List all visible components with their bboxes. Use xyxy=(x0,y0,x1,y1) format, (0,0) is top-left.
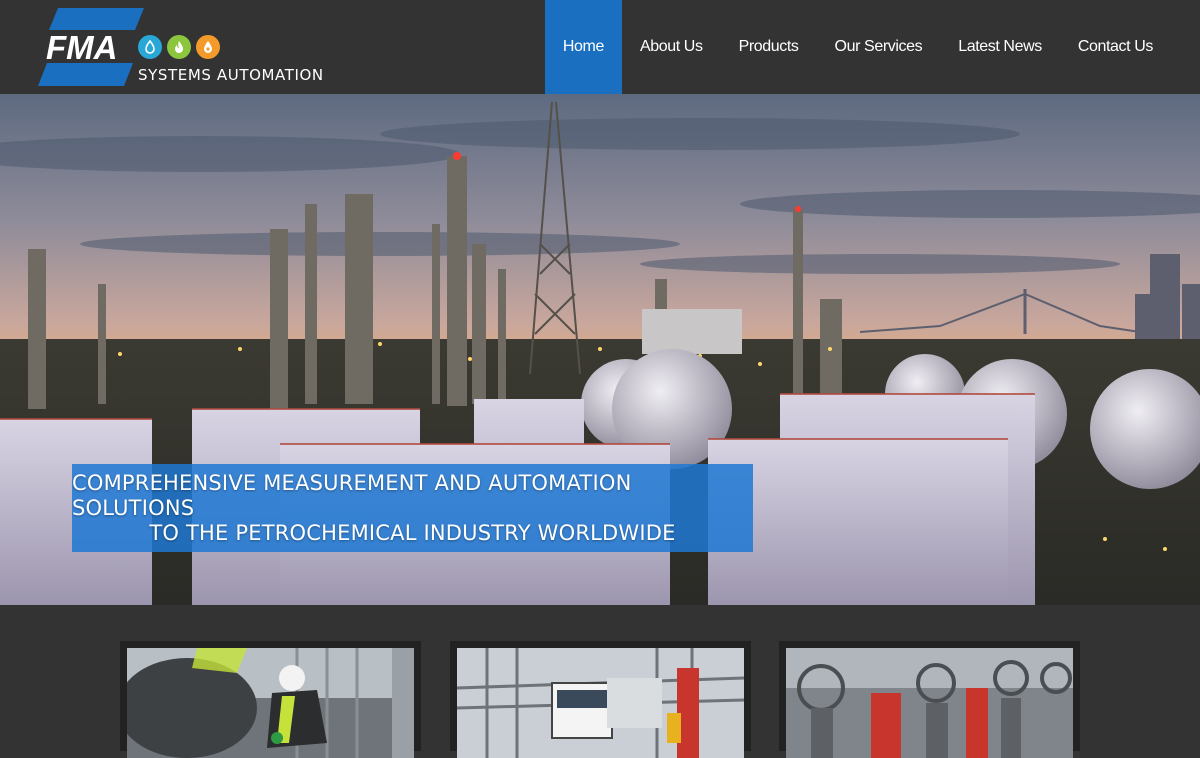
nav-latest-news[interactable]: Latest News xyxy=(940,0,1060,94)
flame-icon xyxy=(167,35,191,59)
feature-cards xyxy=(0,605,1200,758)
card-engineer[interactable] xyxy=(120,641,421,758)
svg-text:FMA: FMA xyxy=(46,29,117,66)
nav-contact-us[interactable]: Contact Us xyxy=(1060,0,1171,94)
nav-our-services[interactable]: Our Services xyxy=(817,0,941,94)
main-nav: Home About Us Products Our Services Late… xyxy=(544,0,1171,94)
hero-caption: COMPREHENSIVE MEASUREMENT AND AUTOMATION… xyxy=(72,464,753,552)
nav-about-us[interactable]: About Us xyxy=(622,0,721,94)
card-tanker[interactable] xyxy=(450,641,751,758)
engineer-working-photo xyxy=(127,648,414,758)
site-header: FMA SYSTEMS AUTOMATION Home About Us Pro… xyxy=(0,0,1200,94)
nav-home[interactable]: Home xyxy=(544,0,622,94)
hero-caption-line1: COMPREHENSIVE MEASUREMENT AND AUTOMATION… xyxy=(72,470,632,520)
hero-caption-line2: TO THE PETROCHEMICAL INDUSTRY WORLDWIDE xyxy=(149,520,676,545)
logo-tagline: SYSTEMS AUTOMATION xyxy=(138,66,324,84)
oil-drop-icon xyxy=(196,35,220,59)
utility-icons xyxy=(138,35,220,59)
fma-logo-mark: FMA xyxy=(38,8,144,86)
water-drop-icon xyxy=(138,35,162,59)
hero-banner: COMPREHENSIVE MEASUREMENT AND AUTOMATION… xyxy=(0,94,1200,605)
card-valves[interactable] xyxy=(779,641,1080,758)
tanker-truck-at-plant-photo xyxy=(457,648,744,758)
industrial-valves-photo xyxy=(786,648,1073,758)
fma-logo[interactable]: FMA SYSTEMS AUTOMATION xyxy=(36,8,326,88)
nav-products[interactable]: Products xyxy=(721,0,817,94)
